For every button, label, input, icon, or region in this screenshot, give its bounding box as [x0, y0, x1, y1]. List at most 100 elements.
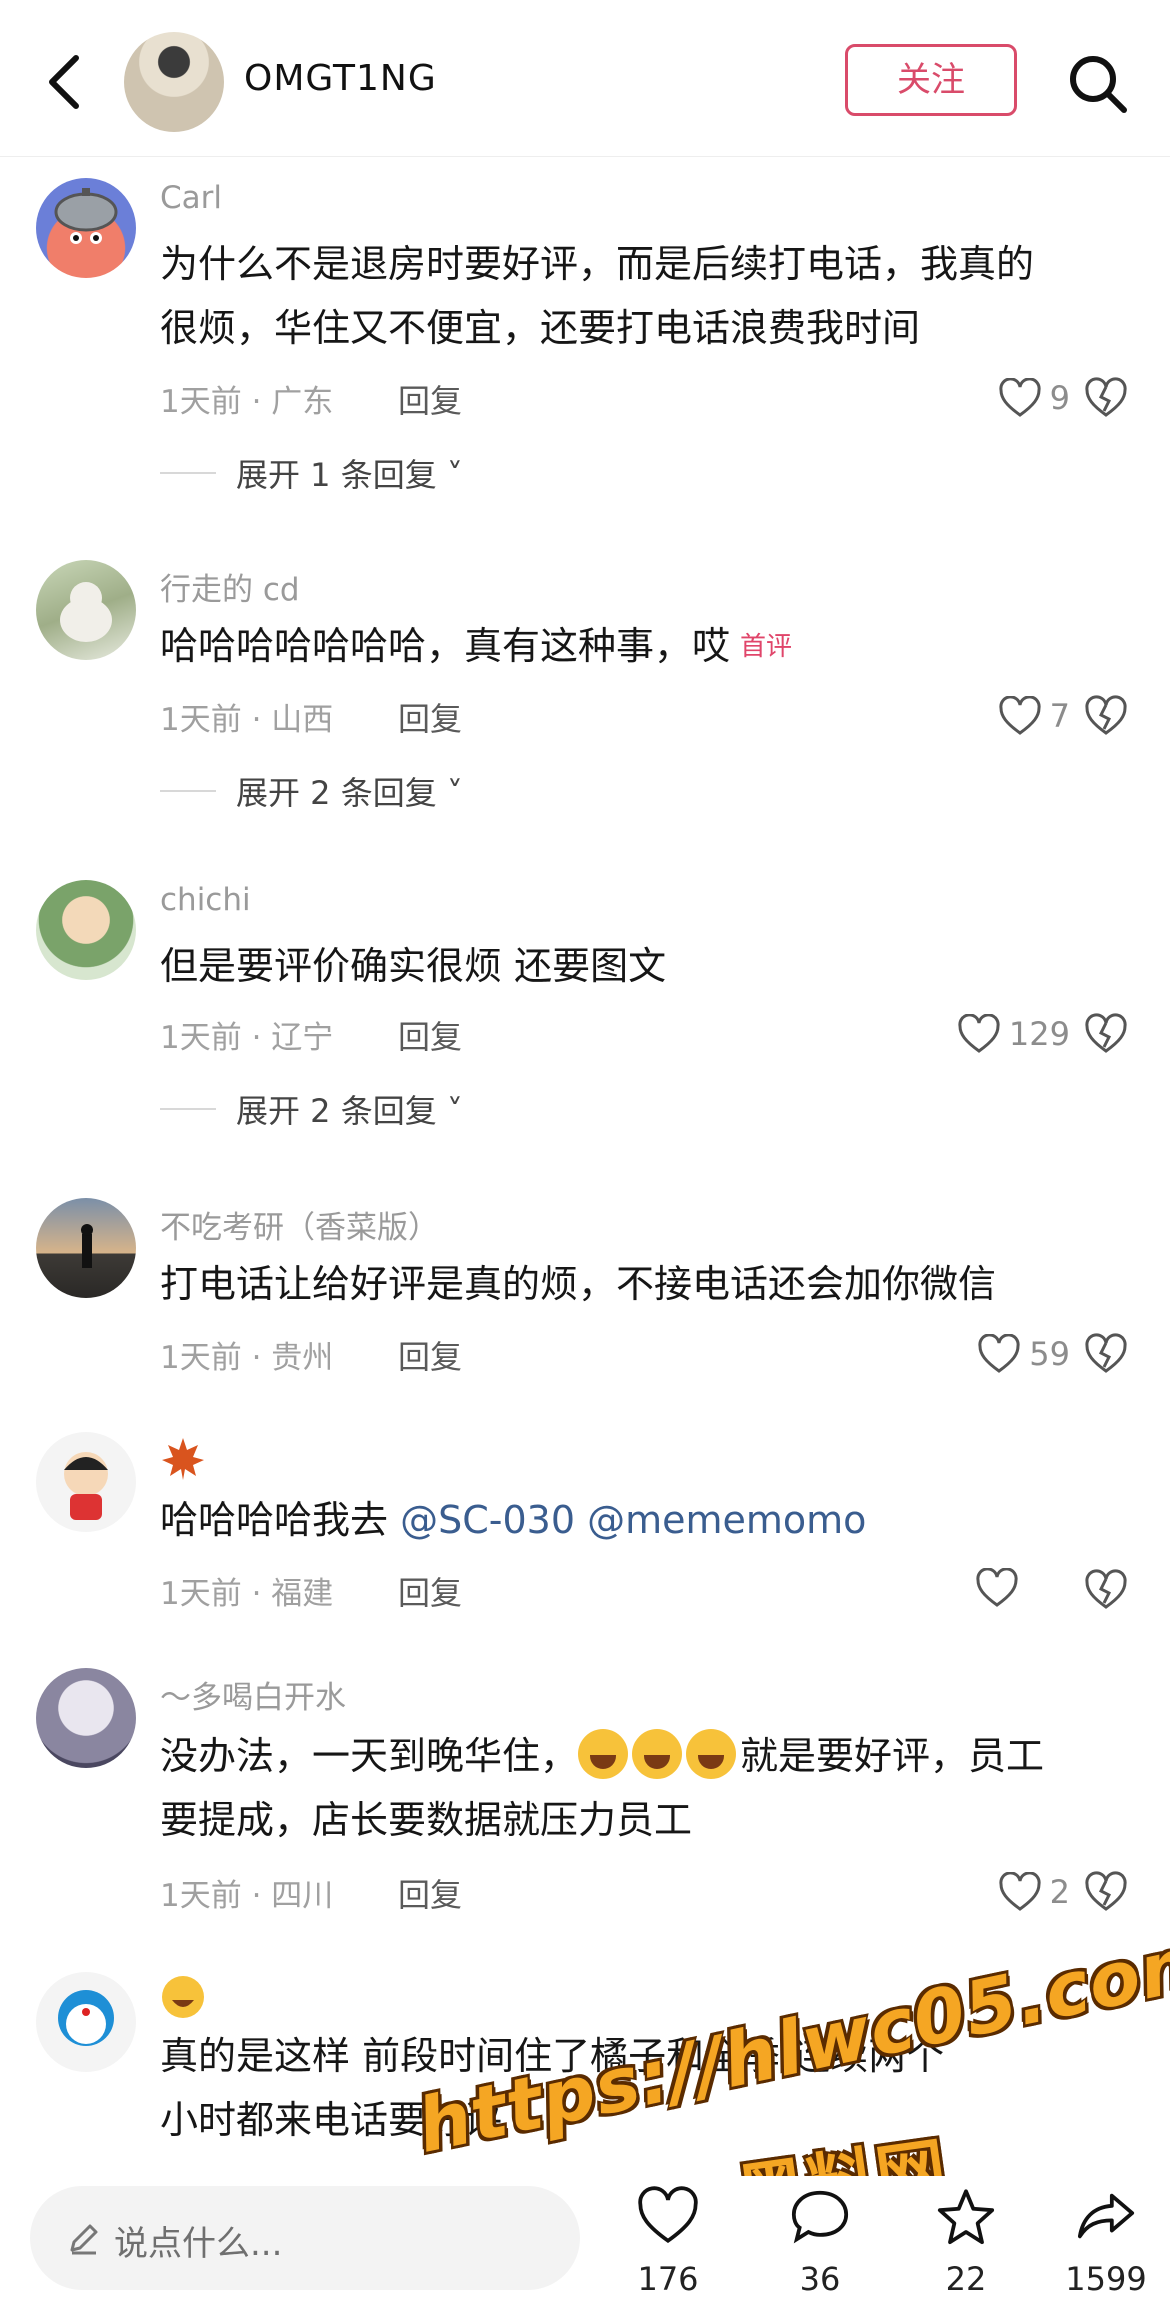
comment-meta: 1天前 · 广东: [160, 384, 334, 420]
divider: [160, 1108, 216, 1110]
like-count: 2: [1049, 1873, 1070, 1911]
like-button[interactable]: 7: [998, 694, 1070, 738]
avatar[interactable]: [36, 1668, 136, 1768]
comment-meta: 1天前 · 四川: [160, 1878, 334, 1914]
author-name[interactable]: OMGT1NG: [244, 58, 437, 99]
comment-text-line: 没办法，一天到晚华住， 就是要好评，员工: [160, 1724, 1130, 1788]
comment-text-line: 哈哈哈哈我去: [160, 1498, 401, 1542]
mention-link[interactable]: @mememomo: [575, 1498, 866, 1542]
crying-laughing-emoji-icon: [578, 1729, 629, 1779]
maple-leaf-icon: [162, 1438, 204, 1480]
expand-label: 展开 2 条回复 ˅: [236, 1092, 463, 1130]
first-comment-badge: 首评: [740, 632, 793, 662]
author-avatar[interactable]: [124, 32, 224, 132]
heart-icon[interactable]: [975, 1568, 1019, 1608]
commenter-name[interactable]: 不吃考研（香菜版）: [160, 1202, 439, 1247]
avatar[interactable]: [36, 1972, 136, 2072]
comment-text-line: 很烦，华住又不便宜，还要打电话浪费我时间: [160, 306, 921, 350]
like-button[interactable]: 9: [998, 376, 1070, 420]
comment-meta: 1天前 · 贵州: [160, 1340, 334, 1376]
comment-text-line: 为什么不是退房时要好评，而是后续打电话，我真的: [160, 242, 1035, 286]
reply-button[interactable]: 回复: [398, 1870, 462, 1916]
like-count: 59: [1029, 1335, 1070, 1373]
comment-text-line: 要提成，店长要数据就压力员工: [160, 1798, 693, 1842]
input-placeholder: 说点什么...: [114, 2224, 283, 2264]
dislike-icon[interactable]: [1084, 1332, 1128, 1376]
comment-meta: 1天前 · 福建: [160, 1576, 334, 1612]
heart-icon: [999, 696, 1041, 735]
comment-text: 为什么不是退房时要好评，而是后续打电话，我真的 很烦，华住又不便宜，还要打电话浪…: [160, 232, 1130, 360]
comment-text: 哈哈哈哈哈哈哈，真有这种事，哎 首评: [160, 614, 1130, 679]
like-count: 7: [1049, 697, 1070, 735]
top-bar: OMGT1NG 关注: [0, 0, 1170, 157]
expand-label: 展开 1 条回复 ˅: [236, 456, 463, 494]
divider: [160, 472, 216, 474]
commenter-name[interactable]: Carl: [160, 180, 222, 216]
pot-icon: [54, 188, 118, 244]
back-arrow-icon[interactable]: [40, 50, 90, 114]
avatar[interactable]: [36, 1198, 136, 1298]
pen-icon: [70, 2224, 98, 2255]
comment-text-segment: 就是要好评，员工: [740, 1734, 1045, 1778]
dislike-icon[interactable]: [1084, 1870, 1128, 1914]
heart-icon: [978, 1334, 1020, 1373]
crying-laughing-emoji-icon: [632, 1729, 683, 1779]
comment-text: 打电话让给好评是真的烦，不接电话还会加你微信: [160, 1262, 997, 1306]
doraemon-icon: [58, 1990, 114, 2046]
favorite-count: 22: [945, 2260, 987, 2298]
comment-bubble-icon: [791, 2190, 849, 2244]
avatar[interactable]: [36, 178, 136, 278]
comment-text: 但是要评价确实很烦 还要图文: [160, 944, 667, 988]
comment-text: 哈哈哈哈我去 @SC-030 @mememomo: [160, 1488, 1130, 1552]
reply-button[interactable]: 回复: [398, 1568, 462, 1614]
favorite-button[interactable]: 22: [906, 2176, 1026, 2314]
like-count: 129: [1008, 1015, 1070, 1053]
like-count: 176: [637, 2260, 699, 2298]
share-button[interactable]: 1599: [1046, 2176, 1166, 2314]
heart-icon: [638, 2186, 698, 2244]
like-count: 9: [1049, 379, 1070, 417]
reply-button[interactable]: 回复: [398, 376, 462, 422]
heart-icon: [999, 378, 1041, 417]
like-button[interactable]: 59: [977, 1332, 1070, 1376]
share-count: 1599: [1065, 2260, 1147, 2298]
commenter-name[interactable]: ～多喝白开水: [160, 1672, 346, 1717]
expand-label: 展开 2 条回复 ˅: [236, 774, 463, 812]
like-post-button[interactable]: 176: [608, 2176, 728, 2314]
dislike-icon[interactable]: [1084, 376, 1128, 420]
bottom-action-bar: 说点什么... 176 36 22 1599: [0, 2176, 1170, 2314]
comment-text-segment: 没办法，一天到晚华住，: [160, 1734, 579, 1778]
cat-avatar-icon: [60, 582, 112, 642]
reply-button[interactable]: 回复: [398, 1332, 462, 1378]
comment-count: 36: [799, 2260, 841, 2298]
commenter-name[interactable]: chichi: [160, 882, 251, 918]
like-button[interactable]: 2: [998, 1870, 1070, 1914]
comment-input[interactable]: 说点什么...: [30, 2186, 580, 2290]
laughing-crying-emoji-icon: [162, 1976, 204, 2018]
comment-meta: 1天前 · 山西: [160, 702, 334, 738]
search-icon[interactable]: [1066, 52, 1130, 116]
cartoon-boy-icon: [64, 1452, 108, 1520]
dislike-icon[interactable]: [1084, 1012, 1128, 1056]
follow-button[interactable]: 关注: [845, 44, 1017, 116]
comments-button[interactable]: 36: [760, 2176, 880, 2314]
crying-laughing-emoji-icon: [686, 1729, 737, 1779]
heart-icon: [999, 1872, 1041, 1911]
reply-button[interactable]: 回复: [398, 694, 462, 740]
comment-meta: 1天前 · 辽宁: [160, 1020, 334, 1056]
divider: [160, 790, 216, 792]
avatar[interactable]: [36, 560, 136, 660]
star-icon: [937, 2189, 995, 2245]
dislike-icon[interactable]: [1084, 1568, 1128, 1612]
comment-text-line: 哈哈哈哈哈哈哈，真有这种事，哎: [160, 624, 731, 668]
dislike-icon[interactable]: [1084, 694, 1128, 738]
mention-link[interactable]: @SC-030: [400, 1498, 575, 1542]
share-arrow-icon: [1077, 2193, 1135, 2239]
avatar[interactable]: [36, 1432, 136, 1532]
avatar[interactable]: [36, 880, 136, 980]
like-button[interactable]: 129: [957, 1012, 1070, 1056]
silhouette-icon: [81, 1224, 93, 1268]
commenter-name[interactable]: 行走的 cd: [160, 564, 300, 609]
comment-text: 没办法，一天到晚华住， 就是要好评，员工 要提成，店长要数据就压力员工: [160, 1724, 1130, 1852]
reply-button[interactable]: 回复: [398, 1012, 462, 1058]
